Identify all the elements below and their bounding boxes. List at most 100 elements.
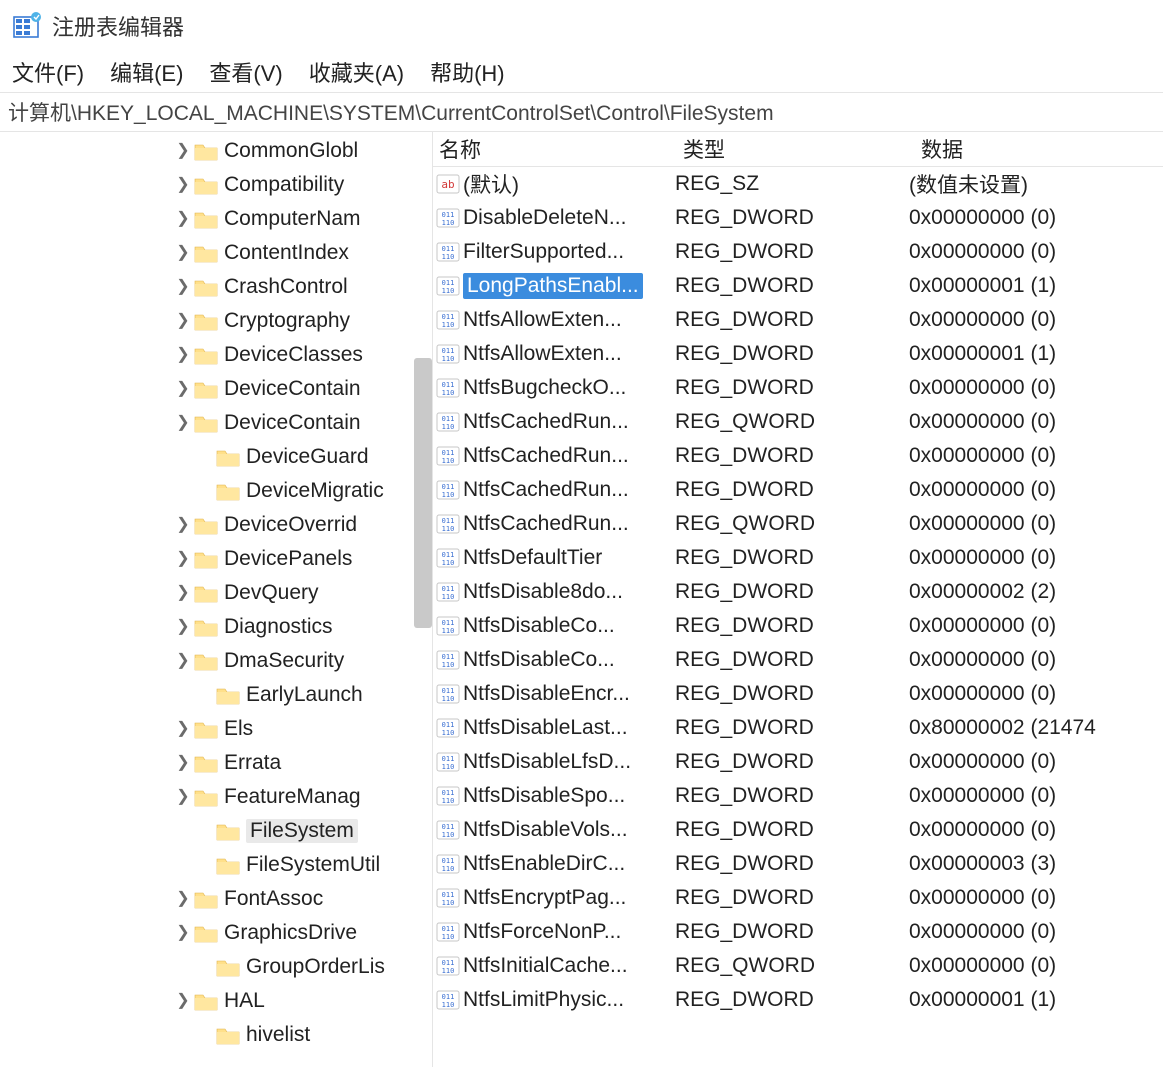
expand-chevron-icon[interactable]: ❯ [172,209,194,229]
expand-chevron-icon[interactable]: ❯ [172,243,194,263]
value-data: 0x00000001 (1) [907,342,1163,366]
tree-item[interactable]: ❯DeviceGuard [0,440,432,474]
expand-chevron-icon[interactable]: ❯ [172,787,194,807]
value-type: REG_DWORD [673,852,907,876]
expand-chevron-icon[interactable]: ❯ [172,549,194,569]
tree-item[interactable]: ❯FileSystemUtil [0,848,432,882]
value-type: REG_DWORD [673,818,907,842]
expand-chevron-icon[interactable]: ❯ [172,583,194,603]
menu-view[interactable]: 查看(V) [209,56,282,88]
column-header-type[interactable]: 类型 [677,134,915,164]
value-row[interactable]: NtfsDefaultTierREG_DWORD0x00000000 (0) [433,541,1163,575]
expand-chevron-icon[interactable]: ❯ [172,141,194,161]
value-row[interactable]: (默认)REG_SZ(数值未设置) [433,167,1163,201]
expand-chevron-icon[interactable]: ❯ [172,923,194,943]
tree-item[interactable]: ❯Compatibility [0,168,432,202]
value-row[interactable]: NtfsCachedRun...REG_QWORD0x00000000 (0) [433,507,1163,541]
tree-item[interactable]: ❯Errata [0,746,432,780]
window-title: 注册表编辑器 [52,10,184,42]
value-row[interactable]: NtfsForceNonP...REG_DWORD0x00000000 (0) [433,915,1163,949]
value-row[interactable]: NtfsCachedRun...REG_QWORD0x00000000 (0) [433,405,1163,439]
tree-item[interactable]: ❯ ComputerNam [0,202,432,236]
tree-pane[interactable]: ❯CommonGlobl❯Compatibility❯ComputerNam❯C… [0,132,433,1067]
tree-item[interactable]: ❯DevicePanels [0,542,432,576]
tree-item-label: EarlyLaunch [246,683,363,707]
expand-chevron-icon[interactable]: ❯ [172,175,194,195]
value-row[interactable]: NtfsDisableEncr...REG_DWORD0x00000000 (0… [433,677,1163,711]
value-row[interactable]: NtfsInitialCache...REG_QWORD0x00000000 (… [433,949,1163,983]
tree-item[interactable]: ❯FileSystem [0,814,432,848]
menu-help[interactable]: 帮助(H) [430,56,505,88]
tree-item-label: ComputerNam [224,207,361,231]
title-bar: 注册表编辑器 [0,0,1163,52]
value-row[interactable]: NtfsDisableLast...REG_DWORD0x80000002 (2… [433,711,1163,745]
tree-item[interactable]: ❯FontAssoc [0,882,432,916]
expand-chevron-icon[interactable]: ❯ [172,991,194,1011]
tree-item[interactable]: ❯DmaSecurity [0,644,432,678]
value-row[interactable]: NtfsAllowExten...REG_DWORD0x00000000 (0) [433,303,1163,337]
value-row[interactable]: NtfsLimitPhysic...REG_DWORD0x00000001 (1… [433,983,1163,1017]
tree-item[interactable]: ❯CommonGlobl [0,134,432,168]
reg-binary-icon [435,445,461,467]
value-row[interactable]: DisableDeleteN...REG_DWORD0x00000000 (0) [433,201,1163,235]
tree-item-label: DeviceMigratic [246,479,384,503]
column-header-data[interactable]: 数据 [915,134,1163,164]
expand-chevron-icon[interactable]: ❯ [172,651,194,671]
expand-chevron-icon[interactable]: ❯ [172,277,194,297]
tree-item[interactable]: ❯CrashControl [0,270,432,304]
expand-chevron-icon[interactable]: ❯ [172,311,194,331]
values-pane[interactable]: 名称 类型 数据 (默认)REG_SZ(数值未设置)DisableDeleteN… [433,132,1163,1067]
reg-binary-icon [435,411,461,433]
tree-item[interactable]: ❯FeatureManag [0,780,432,814]
tree-item[interactable]: ❯DeviceClasses [0,338,432,372]
tree-item[interactable]: ❯GraphicsDrive [0,916,432,950]
tree-item[interactable]: ❯DevQuery [0,576,432,610]
expand-chevron-icon[interactable]: ❯ [172,753,194,773]
value-row[interactable]: NtfsDisable8do...REG_DWORD0x00000002 (2) [433,575,1163,609]
expand-chevron-icon[interactable]: ❯ [172,617,194,637]
reg-binary-icon [435,751,461,773]
tree-item[interactable]: ❯Els [0,712,432,746]
column-header-name[interactable]: 名称 [433,134,677,164]
value-type: REG_DWORD [673,716,907,740]
value-name: NtfsCachedRun... [463,410,629,434]
tree-item[interactable]: ❯GroupOrderLis [0,950,432,984]
expand-chevron-icon[interactable]: ❯ [172,889,194,909]
value-row[interactable]: NtfsDisableSpo...REG_DWORD0x00000000 (0) [433,779,1163,813]
expand-chevron-icon[interactable]: ❯ [172,719,194,739]
tree-item[interactable]: ❯DeviceContain [0,372,432,406]
value-row[interactable]: NtfsBugcheckO...REG_DWORD0x00000000 (0) [433,371,1163,405]
value-row[interactable]: NtfsEncryptPag...REG_DWORD0x00000000 (0) [433,881,1163,915]
value-row[interactable]: NtfsDisableCo...REG_DWORD0x00000000 (0) [433,609,1163,643]
value-row[interactable]: NtfsDisableCo...REG_DWORD0x00000000 (0) [433,643,1163,677]
tree-item[interactable]: ❯EarlyLaunch [0,678,432,712]
tree-item[interactable]: ❯DeviceOverrid [0,508,432,542]
value-data: 0x00000000 (0) [907,648,1163,672]
value-row[interactable]: NtfsCachedRun...REG_DWORD0x00000000 (0) [433,439,1163,473]
value-row[interactable]: NtfsDisableVols...REG_DWORD0x00000000 (0… [433,813,1163,847]
menu-favorites[interactable]: 收藏夹(A) [309,56,404,88]
value-row[interactable]: NtfsEnableDirC...REG_DWORD0x00000003 (3) [433,847,1163,881]
value-row[interactable]: NtfsDisableLfsD...REG_DWORD0x00000000 (0… [433,745,1163,779]
menu-edit[interactable]: 编辑(E) [110,56,183,88]
value-name: NtfsDisableEncr... [463,682,630,706]
value-row[interactable]: LongPathsEnabl...REG_DWORD0x00000001 (1) [433,269,1163,303]
value-row[interactable]: FilterSupported...REG_DWORD0x00000000 (0… [433,235,1163,269]
value-name: NtfsDisableLast... [463,716,628,740]
tree-item[interactable]: ❯DeviceMigratic [0,474,432,508]
value-row[interactable]: NtfsCachedRun...REG_DWORD0x00000000 (0) [433,473,1163,507]
expand-chevron-icon[interactable]: ❯ [172,515,194,535]
expand-chevron-icon[interactable]: ❯ [172,345,194,365]
tree-item[interactable]: ❯ContentIndex [0,236,432,270]
menu-file[interactable]: 文件(F) [12,56,84,88]
tree-item[interactable]: ❯Cryptography [0,304,432,338]
value-row[interactable]: NtfsAllowExten...REG_DWORD0x00000001 (1) [433,337,1163,371]
expand-chevron-icon[interactable]: ❯ [172,413,194,433]
tree-scrollbar-thumb[interactable] [414,358,432,628]
address-bar[interactable]: 计算机\HKEY_LOCAL_MACHINE\SYSTEM\CurrentCon… [0,92,1163,132]
tree-item[interactable]: ❯Diagnostics [0,610,432,644]
tree-item[interactable]: ❯DeviceContain [0,406,432,440]
tree-item[interactable]: ❯HAL [0,984,432,1018]
tree-item[interactable]: ❯hivelist [0,1018,432,1052]
expand-chevron-icon[interactable]: ❯ [172,379,194,399]
